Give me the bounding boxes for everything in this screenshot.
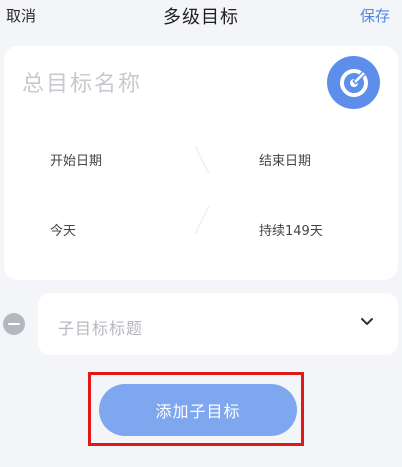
- end-date-value[interactable]: 持续149天: [259, 220, 323, 239]
- page-title: 多级目标: [163, 7, 239, 28]
- goal-name-input[interactable]: 总目标名称: [22, 66, 142, 98]
- subgoal-row: 子目标标题: [0, 293, 402, 357]
- minus-circle-icon[interactable]: [3, 313, 25, 335]
- start-date-label: 开始日期: [50, 154, 103, 169]
- target-icon: [339, 68, 368, 97]
- start-date-value[interactable]: 今天: [50, 220, 76, 239]
- top-nav-bar: 取消 多级目标 保存: [0, 0, 402, 30]
- date-divider: [194, 146, 210, 235]
- main-goal-card: 总目标名称 开始日期 结束日期 今天 持续149天: [4, 46, 398, 280]
- add-subgoal-button[interactable]: 添加子目标: [99, 384, 297, 436]
- subgoal-title-input[interactable]: 子目标标题: [58, 315, 143, 339]
- save-button[interactable]: 保存: [360, 5, 390, 26]
- target-icon-button[interactable]: [327, 56, 380, 109]
- end-date-label: 结束日期: [259, 154, 312, 169]
- chevron-down-icon[interactable]: [360, 317, 374, 327]
- subgoal-card: 子目标标题: [38, 293, 398, 355]
